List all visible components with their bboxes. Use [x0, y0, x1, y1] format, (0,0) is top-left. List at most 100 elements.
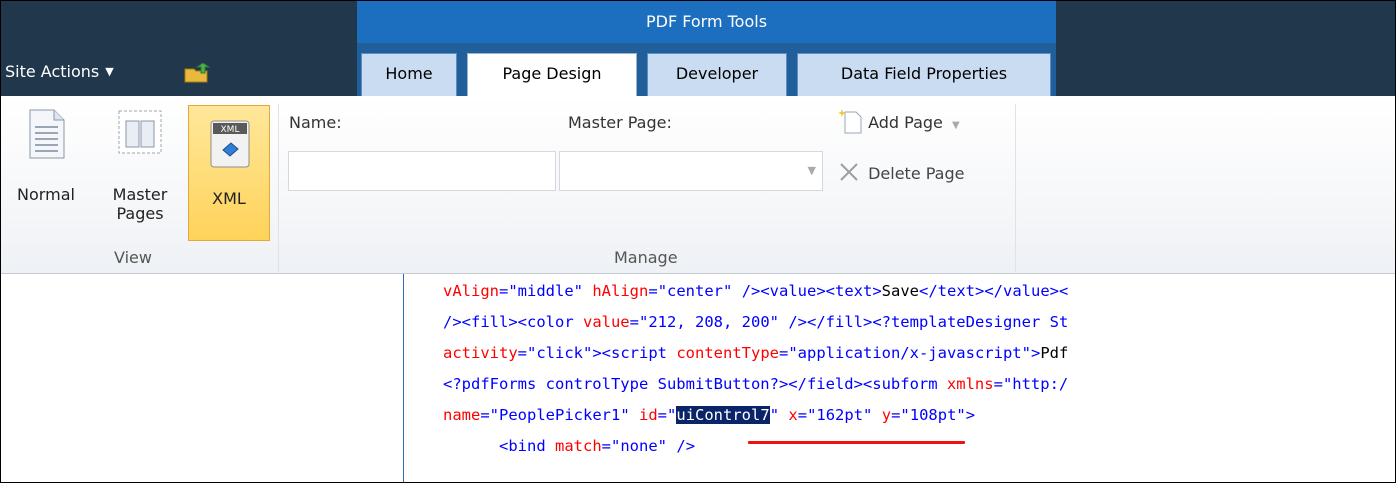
code-token: /> — [676, 437, 696, 455]
master-page-label: Master Page: — [568, 113, 672, 132]
add-page-label: Add Page — [868, 113, 943, 132]
code-token: "none" — [611, 437, 668, 455]
sharepoint-window: Site Actions ▼ PDF Form Tools Home Page D… — [0, 0, 1396, 483]
top-bar: Site Actions ▼ PDF Form Tools Home Page D… — [1, 1, 1395, 97]
code-token: hAlign — [592, 282, 649, 300]
code-line[interactable]: <?pdfForms controlType SubmitButton?></f… — [443, 369, 1068, 399]
code-token: = — [517, 344, 527, 362]
code-line[interactable]: /><fill><color value="212, 208, 200" /><… — [443, 307, 1068, 337]
xml-editor[interactable]: vAlign="middle" hAlign="center" /><value… — [405, 274, 1395, 482]
code-line[interactable]: <bind match="none" /> — [443, 431, 695, 461]
code-token: x — [788, 406, 798, 424]
tab-page-design[interactable]: Page Design — [467, 53, 637, 97]
tab-home[interactable]: Home — [361, 53, 457, 96]
group-divider — [1015, 104, 1016, 272]
code-token: "108pt" — [900, 406, 966, 424]
left-pane — [1, 274, 404, 482]
code-token: > — [1030, 344, 1041, 362]
delete-page-button[interactable]: Delete Page — [837, 162, 964, 184]
code-token: = — [601, 437, 612, 455]
code-token: y — [881, 406, 892, 424]
code-token: </text></value>< — [919, 282, 1069, 300]
code-token: "212, 208, 200" — [639, 313, 779, 331]
normal-label: Normal — [17, 185, 75, 204]
master-pages-label-line2: Pages — [116, 204, 164, 223]
xml-badge: XML — [221, 125, 240, 135]
page-name-input[interactable] — [288, 151, 556, 191]
chevron-down-icon: ▼ — [807, 164, 816, 177]
tab-developer[interactable]: Developer — [647, 53, 787, 96]
add-page-icon — [838, 109, 862, 134]
code-token: Save — [881, 282, 919, 300]
master-pages-icon — [118, 110, 162, 154]
manage-group-label: Manage — [614, 248, 678, 267]
chevron-down-icon: ▼ — [951, 120, 960, 131]
normal-view-button[interactable]: Normal — [11, 109, 81, 204]
code-token: xmlns — [946, 375, 994, 393]
code-token: id — [639, 406, 658, 424]
site-actions-menu[interactable]: Site Actions ▼ — [5, 62, 114, 81]
xml-view-button[interactable]: XML XML — [188, 105, 270, 241]
code-line[interactable]: vAlign="middle" hAlign="center" /><value… — [443, 276, 1068, 306]
code-token: Pdf — [1040, 344, 1069, 362]
chevron-down-icon: ▼ — [105, 65, 114, 78]
code-token: = — [629, 313, 639, 331]
code-token: value — [582, 313, 630, 331]
code-token: "middle" — [508, 282, 583, 300]
code-token: "http:/ — [1002, 375, 1069, 393]
code-token: <bind — [499, 437, 555, 455]
code-token: "center" — [657, 282, 733, 300]
code-token: vAlign — [443, 282, 499, 300]
code-token: = — [993, 375, 1003, 393]
code-token: "162pt" — [807, 406, 873, 424]
xml-icon: XML — [210, 120, 250, 168]
folder-up-icon[interactable] — [183, 63, 213, 83]
code-token: " — [667, 406, 677, 424]
code-line[interactable]: activity="click"><script contentType="ap… — [443, 338, 1068, 368]
code-token: = — [797, 406, 808, 424]
code-token: /><fill><color — [443, 313, 583, 331]
view-group-label: View — [114, 248, 152, 267]
code-token: name — [443, 406, 481, 424]
annotation-underline — [748, 441, 965, 444]
code-token: <?pdfForms controlType SubmitButton?></f… — [443, 375, 947, 393]
code-token: /><value><text> — [741, 282, 882, 300]
master-pages-label-line1: Master — [112, 185, 168, 204]
ribbon: Normal Master Pages XML XML View Name: M… — [1, 96, 1395, 274]
name-label: Name: — [289, 113, 342, 132]
code-token: match — [555, 437, 602, 455]
master-page-select[interactable]: ▼ — [559, 151, 823, 191]
xml-label: XML — [212, 189, 246, 208]
code-token: = — [778, 344, 789, 362]
code-token: > — [965, 406, 976, 424]
add-page-button[interactable]: Add Page ▼ — [837, 108, 960, 134]
code-token: ><script — [592, 344, 677, 362]
master-pages-button[interactable]: Master Pages — [101, 109, 179, 223]
code-token: "click" — [527, 344, 593, 362]
code-token: contentType — [676, 344, 779, 362]
page-icon — [29, 109, 65, 159]
code-token: = — [657, 406, 668, 424]
delete-page-label: Delete Page — [868, 164, 965, 183]
close-icon — [840, 163, 858, 181]
contextual-group-title: PDF Form Tools — [357, 1, 1056, 43]
group-divider — [278, 104, 279, 272]
code-token: "PeoplePicker1" — [489, 406, 630, 424]
code-token: = — [480, 406, 490, 424]
code-token: " — [769, 406, 780, 424]
code-token: /></fill><?templateDesigner St — [788, 313, 1069, 331]
code-token: activity — [443, 344, 518, 362]
code-token: = — [499, 282, 509, 300]
tab-data-field-properties[interactable]: Data Field Properties — [797, 53, 1051, 96]
code-token: "application/x-javascript" — [788, 344, 1031, 362]
code-line[interactable]: name="PeoplePicker1" id="uiControl7" x="… — [443, 400, 975, 430]
selected-text: uiControl7 — [676, 406, 770, 424]
